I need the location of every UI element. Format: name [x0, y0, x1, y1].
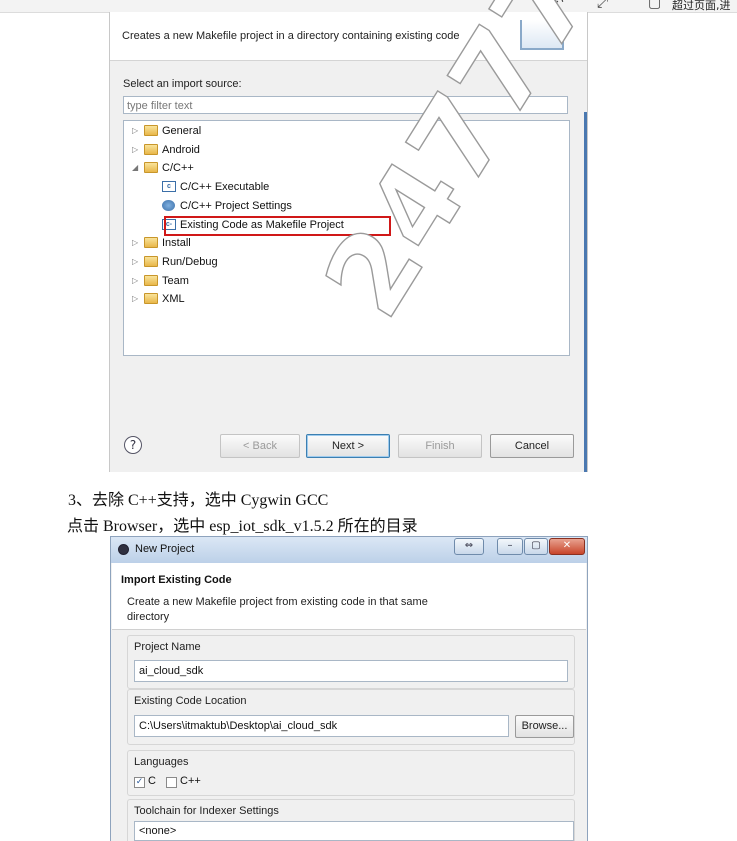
code-location-label: Existing Code Location: [134, 695, 247, 707]
toolbar-label[interactable]: 超过页面,进: [672, 0, 731, 13]
finish-button[interactable]: Finish: [398, 434, 482, 458]
expand-arrow-icon[interactable]: ▷: [132, 123, 138, 139]
gear-icon: [162, 200, 175, 211]
wizard-header: Import Existing Code Create a new Makefi…: [112, 563, 586, 630]
folder-icon: [144, 256, 158, 267]
window-titlebar: New Project ⇔ – ▢ ✕: [111, 537, 587, 563]
cancel-button[interactable]: Cancel: [490, 434, 574, 458]
folder-icon: [144, 275, 158, 286]
import-source-label: Select an import source:: [123, 78, 242, 90]
help-icon[interactable]: ?: [124, 436, 142, 454]
new-project-dialog: New Project ⇔ – ▢ ✕ Import Existing Code…: [110, 536, 588, 841]
expand-arrow-icon[interactable]: ▷: [132, 142, 138, 158]
code-location-field[interactable]: C:\Users\itmaktub\Desktop\ai_cloud_sdk: [134, 715, 509, 737]
maximize-icon[interactable]: ▢: [524, 538, 548, 555]
banner-description: Creates a new Makefile project in a dire…: [122, 30, 460, 42]
folder-icon: [144, 144, 158, 155]
toolchain-group: Toolchain for Indexer Settings <none>: [127, 799, 575, 841]
folder-icon: [144, 237, 158, 248]
next-button[interactable]: Next >: [306, 434, 390, 458]
project-name-group: Project Name ai_cloud_sdk: [127, 635, 575, 689]
scroll-edge: [584, 112, 587, 472]
languages-group: Languages ✓ C C++: [127, 750, 575, 796]
expand-arrow-icon[interactable]: ▷: [132, 291, 138, 307]
instruction-line-2: 点击 Browser，选中 esp_iot_sdk_v1.5.2 所在的目录: [67, 518, 418, 535]
lang-cpp-checkbox[interactable]: [166, 777, 177, 788]
back-button[interactable]: < Back: [220, 434, 300, 458]
languages-label: Languages: [134, 756, 189, 768]
project-name-label: Project Name: [134, 641, 201, 653]
close-icon[interactable]: ✕: [549, 538, 585, 555]
folder-icon: [144, 293, 158, 304]
window-title: New Project: [135, 543, 195, 555]
toolchain-list[interactable]: <none>: [134, 821, 574, 841]
header-description: Create a new Makefile project from exist…: [127, 596, 428, 623]
expand-arrow-icon[interactable]: ▷: [132, 235, 138, 251]
toolchain-label: Toolchain for Indexer Settings: [134, 805, 279, 817]
project-name-field[interactable]: ai_cloud_sdk: [134, 660, 568, 682]
instruction-line-1: 3、去除 C++支持，选中 Cygwin GCC: [68, 492, 329, 509]
minimize-icon[interactable]: –: [497, 538, 523, 555]
lang-c-label: C: [148, 775, 156, 787]
folder-open-icon: [144, 162, 158, 173]
expand-arrow-icon[interactable]: ▷: [132, 273, 138, 289]
collapse-arrow-icon[interactable]: ◢: [132, 160, 138, 176]
restore-icon[interactable]: ⇔: [454, 538, 484, 555]
expand-arrow-icon[interactable]: ▷: [132, 254, 138, 270]
eclipse-icon: [118, 544, 129, 555]
c-file-icon: c: [162, 181, 176, 192]
folder-icon: [144, 125, 158, 136]
header-title: Import Existing Code: [121, 574, 232, 586]
lang-c-checkbox[interactable]: ✓: [134, 777, 145, 788]
lang-cpp-label: C++: [180, 775, 201, 787]
code-location-group: Existing Code Location C:\Users\itmaktub…: [127, 689, 575, 745]
page-icon[interactable]: ▢: [648, 0, 661, 10]
browse-button[interactable]: Browse...: [515, 715, 574, 738]
